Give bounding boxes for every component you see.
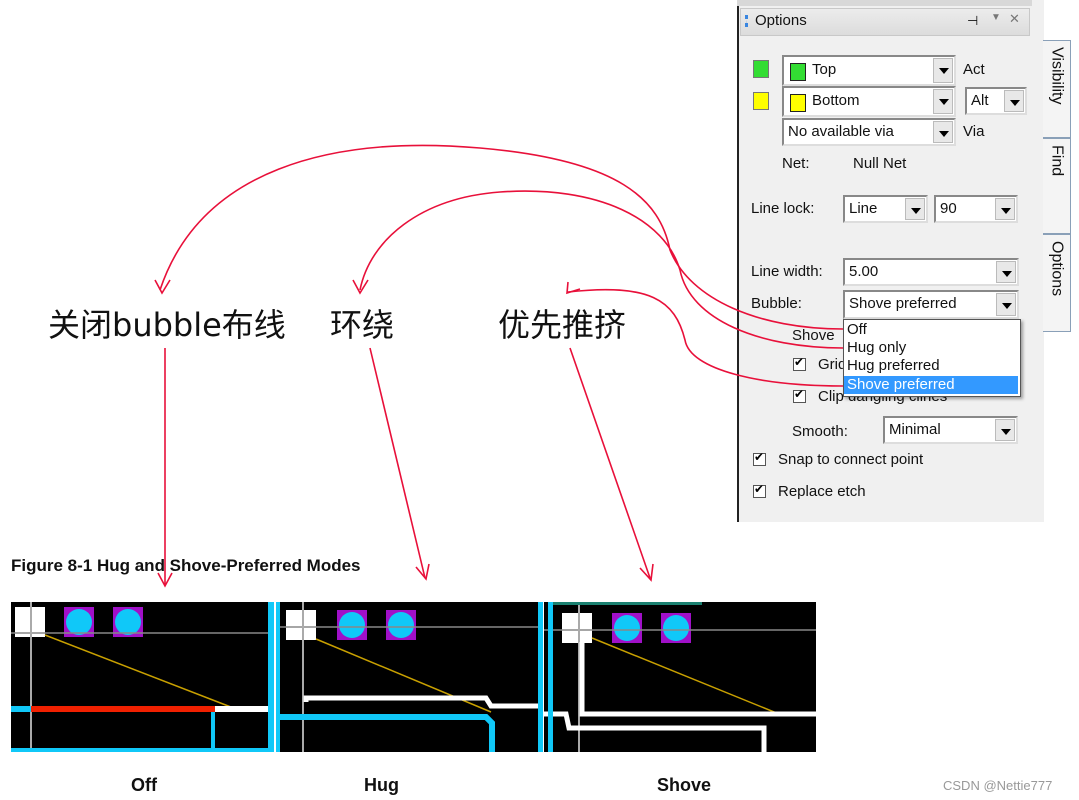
via-hole: [388, 612, 414, 638]
caption-shove: Shove: [657, 775, 712, 795]
tab-visibility[interactable]: Visibility: [1043, 40, 1071, 138]
chevron-down-icon[interactable]: [933, 89, 953, 114]
via-hole: [115, 609, 141, 635]
line-lock-label: Line lock:: [751, 200, 815, 217]
bubble-label: Bubble:: [751, 295, 802, 312]
pcb-view-off: [11, 602, 274, 752]
bubble-option-shove-preferred[interactable]: Shove preferred: [844, 376, 1018, 394]
bottom-layer-color-swatch[interactable]: [753, 92, 769, 110]
arrowhead: [566, 281, 581, 295]
alternate-layer-select[interactable]: Bottom: [782, 86, 956, 117]
arrowhead: [639, 563, 654, 582]
snap-connect-label: Snap to connect point: [778, 451, 924, 468]
net-label: Net:: [782, 155, 810, 172]
bubble-option-off[interactable]: Off: [844, 321, 1018, 339]
layer-color-icon: [790, 63, 806, 81]
arrow-hug-to-figure: [369, 347, 426, 579]
watermark: CSDN @Nettie777: [943, 778, 1053, 793]
trace-cyan: [268, 602, 274, 752]
grip-icon[interactable]: [745, 15, 751, 27]
top-layer-color-swatch[interactable]: [753, 60, 769, 78]
line-width-select[interactable]: 5.00: [843, 258, 1019, 286]
replace-etch-checkbox[interactable]: [753, 482, 766, 498]
bubble-select[interactable]: Shove preferred: [843, 290, 1019, 319]
arrow-shove-to-figure: [569, 347, 651, 579]
panel-titlebar[interactable]: Options ⊣ ▼ ✕: [740, 8, 1030, 36]
via-label: Via: [963, 123, 985, 140]
pad-square: [286, 610, 316, 640]
chevron-down-icon[interactable]: [996, 261, 1016, 283]
trace-cyan: [211, 712, 215, 752]
pad-square: [562, 613, 592, 643]
shove-label: Shove: [792, 327, 835, 344]
figure-title: Figure 8-1 Hug and Shove-Preferred Modes: [11, 556, 361, 575]
line-lock-type-select[interactable]: Line: [843, 195, 928, 223]
caption-hug: Hug: [364, 775, 399, 795]
alt-select[interactable]: Alt: [965, 87, 1027, 115]
trace-teal: [552, 602, 702, 605]
panel-top-bar: [737, 0, 1032, 6]
line-width-label: Line width:: [751, 263, 823, 280]
bubble-dropdown-list: Off Hug only Hug preferred Shove preferr…: [843, 319, 1021, 397]
close-icon[interactable]: ✕: [1009, 11, 1020, 27]
trace-cyan: [276, 714, 495, 752]
gridded-checkbox[interactable]: [793, 355, 806, 371]
trace-white: [215, 706, 274, 712]
via-select[interactable]: No available via: [782, 118, 956, 146]
arrowhead: [154, 279, 171, 295]
pcb-view-shove: [544, 602, 816, 752]
trace-cyan: [276, 602, 280, 752]
via-hole: [614, 615, 640, 641]
chevron-down-icon[interactable]: [995, 198, 1015, 220]
trace-cyan: [11, 748, 274, 752]
line-lock-angle-select[interactable]: 90: [934, 195, 1018, 223]
arrowhead: [352, 279, 369, 295]
via-hole: [339, 612, 365, 638]
pcb-view-hug: [276, 602, 543, 752]
layer-color-icon: [790, 94, 806, 112]
net-value: Null Net: [853, 155, 907, 172]
chevron-down-icon[interactable]: [933, 58, 953, 83]
active-label: Act: [963, 61, 985, 78]
trace-cyan: [11, 706, 31, 712]
dropdown-arrow-icon[interactable]: ▼: [991, 12, 1001, 23]
annotation-shove: 优先推挤: [498, 306, 627, 344]
chevron-down-icon[interactable]: [905, 198, 925, 220]
pcb-hug-drawing: [276, 602, 543, 752]
bubble-option-hug-only[interactable]: Hug only: [844, 339, 1018, 357]
panel-title: Options: [755, 12, 807, 29]
active-layer-select[interactable]: Top: [782, 55, 956, 86]
annotation-off: 关闭bubble布线: [48, 306, 286, 344]
chevron-down-icon[interactable]: [996, 293, 1016, 316]
clip-dangling-checkbox[interactable]: [793, 387, 806, 403]
trace-cyan: [548, 602, 553, 752]
via-hole: [66, 609, 92, 635]
rat-line: [44, 634, 237, 710]
pin-icon[interactable]: ⊣: [967, 13, 978, 29]
arrowhead: [415, 563, 430, 581]
trace-white: [303, 695, 543, 709]
tab-options[interactable]: Options: [1043, 234, 1071, 332]
caption-off: Off: [131, 775, 157, 795]
trace-cyan: [538, 602, 543, 752]
replace-etch-label: Replace etch: [778, 483, 866, 500]
rat-line: [315, 638, 492, 713]
snap-connect-checkbox[interactable]: [753, 450, 766, 466]
rat-line: [591, 637, 780, 715]
chevron-down-icon[interactable]: [1004, 90, 1024, 112]
via-hole: [663, 615, 689, 641]
tab-find[interactable]: Find: [1043, 138, 1071, 234]
pcb-shove-drawing: [544, 602, 816, 752]
bubble-option-hug-preferred[interactable]: Hug preferred: [844, 357, 1018, 375]
chevron-down-icon[interactable]: [995, 419, 1015, 441]
smooth-select[interactable]: Minimal: [883, 416, 1018, 444]
pcb-off-drawing: [11, 602, 274, 752]
chevron-down-icon[interactable]: [933, 121, 953, 143]
trace-red: [31, 706, 215, 712]
smooth-label: Smooth:: [792, 423, 848, 440]
trace-white: [544, 711, 767, 752]
trace-white: [579, 642, 816, 717]
annotation-hug: 环绕: [330, 306, 395, 344]
